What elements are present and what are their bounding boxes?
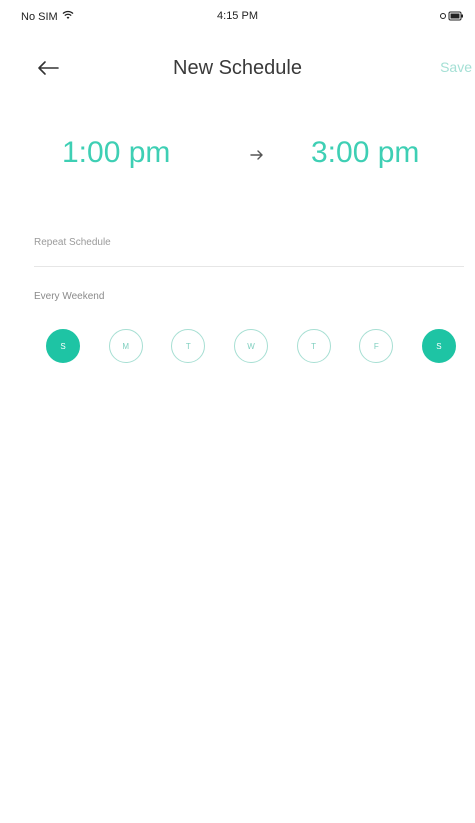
day-toggle-sunday[interactable]: S	[46, 329, 80, 363]
right-arrow-icon	[249, 148, 265, 160]
day-toggle-wednesday[interactable]: W	[233, 329, 268, 363]
day-toggle-saturday[interactable]: S	[421, 329, 456, 363]
status-bar: No SIM 4:15 PM	[0, 0, 475, 36]
repeat-schedule-label: Repeat Schedule	[34, 237, 111, 248]
day-toggle-friday[interactable]: F	[359, 329, 394, 363]
status-time: 4:15 PM	[217, 10, 258, 22]
repeat-schedule-value[interactable]: Every Weekend	[34, 291, 104, 302]
day-toggle-thursday[interactable]: T	[296, 329, 331, 363]
end-time-picker[interactable]: 3:00 pm	[311, 136, 419, 170]
day-toggle-tuesday[interactable]: T	[171, 329, 206, 363]
save-button[interactable]: Save	[440, 59, 472, 75]
status-right-group	[439, 9, 465, 27]
page-title: New Schedule	[173, 57, 302, 79]
time-range: 1:00 pm 3:00 pm	[0, 136, 475, 180]
nav-bar: New Schedule Save	[0, 48, 475, 88]
battery-icon	[439, 9, 465, 27]
day-selector: S M T W T F S	[46, 329, 456, 363]
divider	[34, 266, 464, 267]
start-time-picker[interactable]: 1:00 pm	[62, 136, 170, 170]
day-toggle-monday[interactable]: M	[108, 329, 143, 363]
